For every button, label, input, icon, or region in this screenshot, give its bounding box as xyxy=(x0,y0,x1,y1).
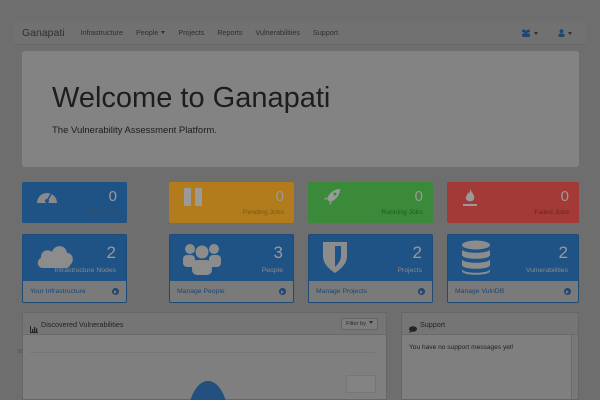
pause-icon xyxy=(183,188,203,211)
card-value: 2 xyxy=(106,243,116,262)
stat-pending-jobs: 0 Pending Jobs xyxy=(169,182,294,223)
arrow-circle-right-icon xyxy=(564,288,571,295)
card-header: 2 Vulnerabilities xyxy=(448,235,578,281)
stat-running-jobs: 0 Running Jobs xyxy=(308,182,433,223)
team-icon xyxy=(522,29,530,37)
comments-icon xyxy=(409,320,417,338)
card-label: Projects xyxy=(397,267,422,274)
chart-shape xyxy=(190,381,226,400)
panel-title: Discovered Vulnerabilities xyxy=(41,320,124,329)
nav-support[interactable]: Support xyxy=(313,28,338,37)
stat-failed-jobs: 0 Failed Jobs xyxy=(447,182,579,223)
database-icon xyxy=(460,240,492,281)
card-vulnerabilities: 2 Vulnerabilities Manage VulnDB xyxy=(447,234,579,303)
card-label: People xyxy=(261,267,283,274)
card-link-text: Manage People xyxy=(177,288,225,295)
card-footer-link[interactable]: Your Infrastructure xyxy=(23,281,126,303)
arrow-circle-right-icon xyxy=(418,288,425,295)
caret-down-icon xyxy=(534,31,538,35)
card-link-text: Manage Projects xyxy=(316,288,368,295)
brand-link[interactable]: Ganapati xyxy=(22,27,65,39)
card-header: 2 Infrastructure Nodes xyxy=(23,235,126,281)
panel-header: Discovered Vulnerabilities Filter by xyxy=(23,313,386,335)
card-label: Infrastructure Nodes xyxy=(54,267,116,274)
stat-value: 0 xyxy=(108,188,117,205)
nav-projects[interactable]: Projects xyxy=(178,28,204,37)
panel-title: Support xyxy=(420,320,446,329)
nav-reports[interactable]: Reports xyxy=(217,28,242,37)
stat-label: Running Jobs xyxy=(381,209,423,216)
chart-y-tick: 30 xyxy=(17,349,23,355)
fire-icon xyxy=(461,188,479,213)
users-icon xyxy=(182,240,222,281)
filter-label: Filter by xyxy=(346,321,366,327)
card-link-text: Manage VulnDB xyxy=(455,288,505,295)
support-panel: Support You have no support messages yet… xyxy=(401,312,579,400)
arrow-circle-right-icon xyxy=(279,288,286,295)
caret-down-icon xyxy=(369,321,373,324)
card-header: 2 Projects xyxy=(309,235,432,281)
card-footer-link[interactable]: Manage VulnDB xyxy=(448,281,578,303)
nav-vulnerabilities[interactable]: Vulnerabilities xyxy=(256,28,300,37)
card-footer-link[interactable]: Manage People xyxy=(170,281,293,303)
bar-chart-icon xyxy=(30,320,38,338)
filter-by-dropdown[interactable]: Filter by xyxy=(341,318,378,330)
welcome-jumbotron: Welcome to Ganapati The Vulnerability As… xyxy=(22,51,579,167)
caret-down-icon xyxy=(161,31,166,34)
chart-gridline xyxy=(30,352,375,353)
support-message: You have no support messages yet! xyxy=(409,344,514,351)
nav-right xyxy=(521,21,572,45)
nav-people[interactable]: People xyxy=(135,28,166,37)
stat-spool-size: 0 Spool Size xyxy=(22,182,127,223)
stat-label: Pending Jobs xyxy=(242,209,284,216)
card-label: Vulnerabilities xyxy=(525,267,568,274)
stat-value: 0 xyxy=(275,188,284,205)
card-header: 3 People xyxy=(170,235,293,281)
caret-down-icon xyxy=(568,31,572,35)
page-title: Welcome to Ganapati xyxy=(52,82,331,114)
nav-infrastructure[interactable]: Infrastructure xyxy=(81,28,123,37)
dashboard-icon xyxy=(36,188,58,209)
arrow-circle-right-icon xyxy=(112,288,119,295)
team-menu[interactable] xyxy=(521,29,538,37)
card-footer-link[interactable]: Manage Projects xyxy=(309,281,432,303)
nav-people-label: People xyxy=(135,28,159,37)
top-navbar: Ganapati Infrastructure People Projects … xyxy=(14,21,586,45)
card-value: 2 xyxy=(412,243,422,262)
stat-value: 0 xyxy=(560,188,569,205)
support-scrollbar[interactable] xyxy=(571,335,578,399)
card-people: 3 People Manage People xyxy=(169,234,294,303)
chart-legend-box xyxy=(346,375,376,393)
user-icon xyxy=(558,29,565,37)
stat-value: 0 xyxy=(414,188,423,205)
shield-icon xyxy=(321,240,349,279)
discovered-vulnerabilities-panel: Discovered Vulnerabilities Filter by xyxy=(22,312,387,400)
panel-header: Support xyxy=(402,313,578,335)
card-value: 2 xyxy=(558,243,568,262)
user-menu[interactable] xyxy=(558,29,572,37)
card-link-text: Your Infrastructure xyxy=(30,288,86,295)
stat-label: Spool Size xyxy=(84,209,118,216)
rocket-icon xyxy=(322,188,342,211)
stat-label: Failed Jobs xyxy=(534,209,569,216)
card-projects: 2 Projects Manage Projects xyxy=(308,234,433,303)
card-value: 3 xyxy=(273,243,283,262)
card-infrastructure: 2 Infrastructure Nodes Your Infrastructu… xyxy=(22,234,127,303)
page-subtitle: The Vulnerability Assessment Platform. xyxy=(52,125,217,136)
